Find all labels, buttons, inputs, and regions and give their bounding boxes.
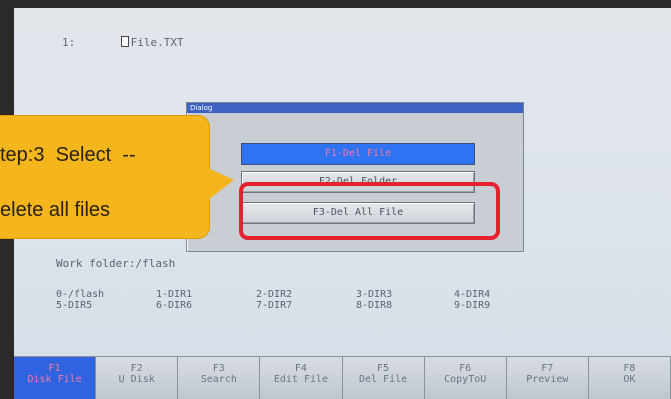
f5-del-file-key[interactable]: F5 Del File	[342, 357, 425, 399]
dir-item[interactable]: 9-DIR9	[454, 300, 490, 311]
fkey-code: F2	[130, 363, 143, 374]
file-name: File.TXT	[120, 36, 184, 49]
f2-u-disk-key[interactable]: F2 U Disk	[96, 357, 179, 399]
f8-ok-key[interactable]: F8 OK	[588, 357, 671, 399]
dir-item[interactable]: 7-DIR7	[256, 300, 292, 311]
fkey-code: F3	[212, 363, 225, 374]
file-name-text: File.TXT	[130, 36, 184, 49]
instruction-callout: tep:3 Select -- elete all files	[0, 115, 210, 239]
fkey-code: F6	[459, 363, 472, 374]
file-number: 1:	[62, 36, 76, 49]
fkey-label: Preview	[526, 374, 569, 385]
fkey-label: Disk File	[27, 374, 82, 385]
callout-line-1: tep:3 Select --	[0, 144, 136, 166]
dir-item[interactable]: 1-DIR1	[156, 289, 192, 300]
fkey-code: F1	[48, 363, 61, 374]
work-folder-label: Work folder:/flash	[56, 257, 176, 270]
fkey-label: OK	[623, 374, 636, 385]
f4-edit-file-key[interactable]: F4 Edit File	[260, 357, 343, 399]
f3-search-key[interactable]: F3 Search	[178, 357, 261, 399]
fkey-label: CopyToU	[444, 374, 487, 385]
callout-line-2: elete all files	[0, 199, 111, 221]
fkey-label: Search	[200, 374, 237, 385]
file-icon	[120, 36, 129, 47]
fkey-label: Edit File	[273, 374, 329, 385]
fkey-code: F4	[294, 363, 307, 374]
f7-preview-key[interactable]: F7 Preview	[506, 357, 589, 399]
fkey-code: F7	[541, 363, 554, 374]
f1-disk-file-key[interactable]: F1 Disk File	[14, 357, 97, 399]
fkey-label: Del File	[358, 374, 408, 385]
fkey-code: F5	[377, 363, 390, 374]
del-file-button[interactable]: F1-Del File	[241, 143, 475, 165]
file-row[interactable]: 1: File.TXT	[62, 36, 184, 49]
dir-item[interactable]: 5-DIR5	[56, 300, 92, 311]
dialog-title: Dialog	[187, 103, 523, 113]
annotation-highlight-ring	[239, 182, 500, 240]
dir-item[interactable]: 3-DIR3	[356, 289, 392, 300]
dir-item[interactable]: 4-DIR4	[454, 289, 490, 300]
f6-copy-to-u-key[interactable]: F6 CopyToU	[424, 357, 507, 399]
callout-pointer	[208, 168, 234, 200]
fkey-code: F8	[623, 363, 636, 374]
dir-item[interactable]: 8-DIR8	[356, 300, 392, 311]
dir-item[interactable]: 0-/flash	[56, 289, 104, 300]
fkey-label: U Disk	[118, 374, 155, 385]
function-key-bar: F1 Disk File F2 U Disk F3 Search F4 Edit…	[14, 356, 671, 399]
dir-item[interactable]: 6-DIR6	[156, 300, 192, 311]
dir-item[interactable]: 2-DIR2	[256, 289, 292, 300]
